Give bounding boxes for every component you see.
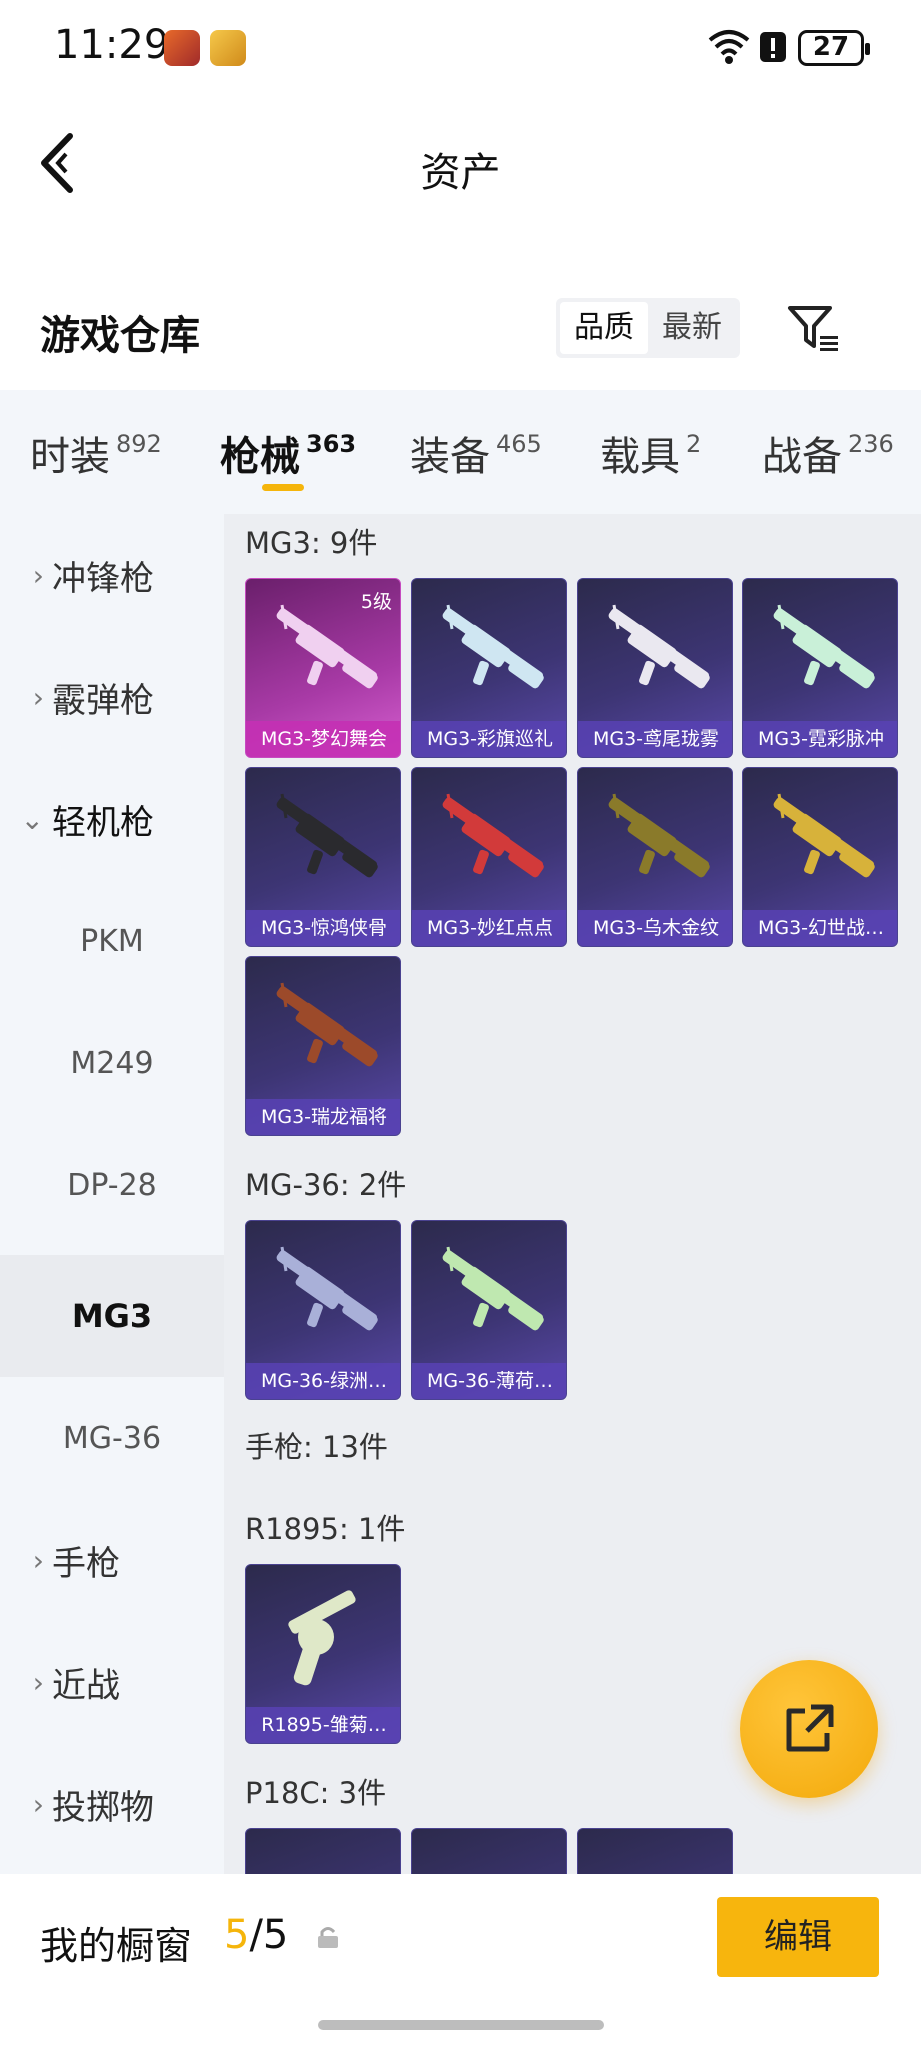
- edit-button[interactable]: 编辑: [717, 1897, 879, 1977]
- item-card[interactable]: MG3-幻世战…: [742, 767, 898, 947]
- item-name: MG3-梦幻舞会: [246, 721, 400, 757]
- weapon-image: [773, 793, 875, 878]
- chevron-right-icon: ›: [32, 1543, 44, 1577]
- sidebar-subitem-pkm[interactable]: PKM: [0, 880, 224, 1002]
- showcase-label: 我的橱窗: [40, 1924, 193, 1968]
- weapon-image: [276, 982, 378, 1067]
- item-card[interactable]: MG3-妙红点点: [411, 767, 567, 947]
- item-name: MG3-乌木金纹: [578, 910, 732, 946]
- chevron-right-icon: ›: [32, 1787, 44, 1821]
- sort-latest-option[interactable]: 最新: [648, 302, 736, 354]
- item-name: R1895-雏菊…: [246, 1707, 400, 1743]
- sort-quality-option[interactable]: 品质: [560, 302, 648, 354]
- home-indicator: [318, 2020, 604, 2030]
- tab-vehicles[interactable]: 载具 2: [600, 424, 701, 482]
- chevron-right-icon: ›: [32, 680, 44, 714]
- status-time: 11:29: [54, 22, 170, 68]
- item-card[interactable]: R1895-雏菊…: [245, 1564, 401, 1744]
- chevron-right-icon: ›: [32, 1665, 44, 1699]
- item-name: MG3-鸢尾珑雾: [578, 721, 732, 757]
- item-name: MG3-彩旗巡礼: [412, 721, 566, 757]
- weapon-image: [442, 604, 544, 689]
- item-name: MG3-妙红点点: [412, 910, 566, 946]
- sidebar-item-lmg[interactable]: ⌄ 轻机枪: [0, 758, 224, 880]
- sidebar-subitem-mg3[interactable]: MG3: [0, 1255, 224, 1377]
- weapon-image: [608, 793, 710, 878]
- sidebar-item-smg[interactable]: › 冲锋枪: [0, 514, 224, 636]
- share-icon: [786, 1704, 834, 1752]
- weapon-image: [276, 1246, 378, 1331]
- item-name: MG3-幻世战…: [743, 910, 897, 946]
- weapon-image: [276, 793, 378, 878]
- weapon-image: [442, 793, 544, 878]
- item-name: MG-36-绿洲…: [246, 1363, 400, 1399]
- item-card[interactable]: MG-36-绿洲…: [245, 1220, 401, 1400]
- game-app-icon: [164, 30, 200, 66]
- game-app-icon-2: [210, 30, 246, 66]
- alert-icon: [760, 32, 786, 62]
- group-label-mg36: MG-36: 2件: [245, 1168, 407, 1202]
- item-card[interactable]: 5级 MG3-梦幻舞会: [245, 578, 401, 758]
- item-card[interactable]: MG3-鸢尾珑雾: [577, 578, 733, 758]
- assets-page: { "status_bar": { "time": "11:29", "batt…: [0, 0, 921, 2050]
- item-card[interactable]: MG3-瑞龙福将: [245, 956, 401, 1136]
- level-badge: 5级: [360, 591, 392, 613]
- showcase-count: 5/5: [224, 1912, 289, 1958]
- filter-icon[interactable]: [786, 304, 842, 352]
- item-card[interactable]: MG3-彩旗巡礼: [411, 578, 567, 758]
- active-tab-indicator: [262, 484, 304, 491]
- sidebar-subitem-dp28[interactable]: DP-28: [0, 1124, 224, 1246]
- item-name: MG3-霓彩脉冲: [743, 721, 897, 757]
- item-card[interactable]: MG-36-薄荷…: [411, 1220, 567, 1400]
- tab-fashion[interactable]: 时装 892: [30, 424, 162, 482]
- weapon-type-sidebar: › 冲锋枪 › 霰弹枪 ⌄ 轻机枪 PKM M249 DP-28 MG3 MG-36 …: [0, 514, 224, 1874]
- chevron-right-icon: ›: [32, 558, 44, 592]
- battery-indicator: 27: [798, 30, 870, 66]
- group-label-r1895: R1895: 1件: [245, 1512, 406, 1546]
- item-name: MG3-惊鸿侠骨: [246, 910, 400, 946]
- item-card-partial[interactable]: [245, 1828, 401, 1874]
- item-name: MG-36-薄荷…: [412, 1363, 566, 1399]
- sidebar-subitem-m249[interactable]: M249: [0, 1002, 224, 1124]
- item-card[interactable]: MG3-霓彩脉冲: [742, 578, 898, 758]
- weapon-image: [773, 604, 875, 689]
- item-card-partial[interactable]: [411, 1828, 567, 1874]
- sidebar-subitem-mg36[interactable]: MG-36: [0, 1377, 224, 1499]
- item-card-partial[interactable]: [577, 1828, 733, 1874]
- sidebar-item-throwable[interactable]: › 投掷物: [0, 1743, 224, 1865]
- group-label-mg3: MG3: 9件: [245, 526, 378, 560]
- share-button[interactable]: [740, 1660, 878, 1798]
- lock-icon: [318, 1927, 338, 1948]
- weapon-image: [442, 1246, 544, 1331]
- item-card[interactable]: MG3-惊鸿侠骨: [245, 767, 401, 947]
- warehouse-title: 游戏仓库: [40, 313, 200, 359]
- sort-toggle: 品质 最新: [556, 298, 740, 358]
- sidebar-item-pistol[interactable]: › 手枪: [0, 1499, 224, 1621]
- item-name: MG3-瑞龙福将: [246, 1099, 400, 1135]
- tab-guns[interactable]: 枪械 363: [220, 424, 356, 482]
- sidebar-item-shotgun[interactable]: › 霰弹枪: [0, 636, 224, 758]
- chevron-down-icon: ⌄: [20, 802, 44, 836]
- page-title: 资产: [420, 150, 501, 196]
- tab-equipment[interactable]: 装备 465: [410, 424, 542, 482]
- group-label-pistol: 手枪: 13件: [245, 1430, 388, 1464]
- tab-supplies[interactable]: 战备 236: [762, 424, 894, 482]
- weapon-image: [608, 604, 710, 689]
- group-label-p18c: P18C: 3件: [245, 1776, 387, 1810]
- status-bar: 11:29 27: [0, 0, 921, 95]
- item-card[interactable]: MG3-乌木金纹: [577, 767, 733, 947]
- sidebar-item-melee[interactable]: › 近战: [0, 1621, 224, 1743]
- revolver-image: [288, 1590, 356, 1686]
- wifi-icon: [708, 30, 750, 64]
